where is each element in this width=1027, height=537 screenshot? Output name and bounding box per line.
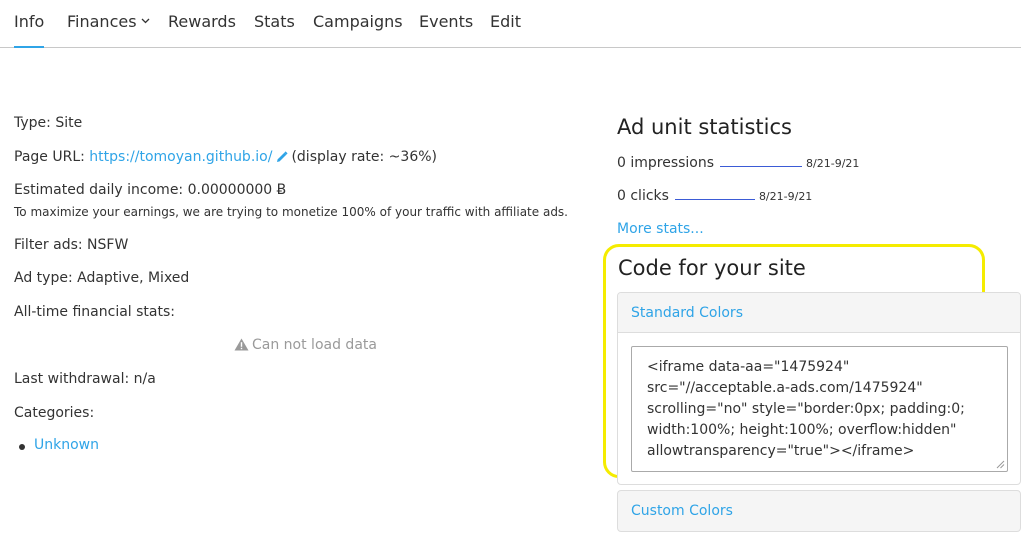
daily-income: Estimated daily income: 0.00000000 Ƀ <box>14 182 287 198</box>
filter-ads: Filter ads: NSFW <box>14 237 129 253</box>
tab-stats[interactable]: Stats <box>254 12 295 31</box>
embed-code-textarea[interactable]: <iframe data-aa="1475924" src="//accepta… <box>631 346 1008 472</box>
impressions-line: 0 impressions 8/21-9/21 <box>617 155 859 171</box>
financial-stats-label: All-time financial stats: <box>14 304 175 320</box>
pencil-icon[interactable] <box>276 151 289 163</box>
display-rate: (display rate: ~36%) <box>291 149 437 165</box>
site-type: Type: Site <box>14 115 83 131</box>
clicks-sparkline <box>674 199 755 200</box>
ad-unit-stats-heading: Ad unit statistics <box>617 115 792 139</box>
page-url-line: Page URL: https://tomoyan.github.io/ (dis… <box>14 149 437 165</box>
category-link-unknown[interactable]: Unknown <box>34 437 99 453</box>
tab-finances[interactable]: Finances <box>67 12 150 31</box>
tab-events[interactable]: Events <box>419 12 473 31</box>
tab-finances-label: Finances <box>67 12 137 31</box>
resize-handle-icon[interactable] <box>996 460 1005 469</box>
load-error-text: Can not load data <box>252 337 377 353</box>
category-item: Unknown <box>19 437 99 453</box>
tab-campaigns[interactable]: Campaigns <box>313 12 403 31</box>
standard-colors-header[interactable]: Standard Colors <box>618 293 1020 333</box>
impressions-sparkline <box>720 166 803 167</box>
categories-list: Unknown <box>19 437 99 453</box>
load-error-message: Can not load data <box>234 337 377 353</box>
page-url-label: Page URL: <box>14 149 85 165</box>
clicks-range: 8/21-9/21 <box>758 190 813 203</box>
embed-code-text: <iframe data-aa="1475924" src="//accepta… <box>647 359 970 459</box>
custom-colors-panel[interactable]: Custom Colors <box>617 490 1021 532</box>
tab-edit[interactable]: Edit <box>490 12 521 31</box>
tab-info[interactable]: Info <box>14 12 45 48</box>
standard-colors-link[interactable]: Standard Colors <box>631 305 743 321</box>
categories-label: Categories: <box>14 405 95 421</box>
standard-colors-panel: Standard Colors <iframe data-aa="1475924… <box>617 292 1021 485</box>
tab-rewards[interactable]: Rewards <box>168 12 236 31</box>
impressions-count: 0 impressions <box>617 155 715 171</box>
monetize-note: To maximize your earnings, we are trying… <box>14 205 568 219</box>
clicks-count: 0 clicks <box>617 188 669 204</box>
custom-colors-link[interactable]: Custom Colors <box>631 503 733 519</box>
bullet <box>19 444 25 450</box>
top-nav: Info Finances Rewards Stats Campaigns Ev… <box>0 0 1021 48</box>
impressions-range: 8/21-9/21 <box>806 157 860 170</box>
page-url-link[interactable]: https://tomoyan.github.io/ <box>89 149 272 165</box>
warning-icon <box>234 338 249 351</box>
clicks-line: 0 clicks 8/21-9/21 <box>617 188 812 204</box>
ad-type: Ad type: Adaptive, Mixed <box>14 270 190 286</box>
more-stats-link[interactable]: More stats... <box>617 221 704 237</box>
last-withdrawal: Last withdrawal: n/a <box>14 371 156 387</box>
code-heading: Code for your site <box>618 256 806 280</box>
chevron-down-icon <box>141 18 150 24</box>
